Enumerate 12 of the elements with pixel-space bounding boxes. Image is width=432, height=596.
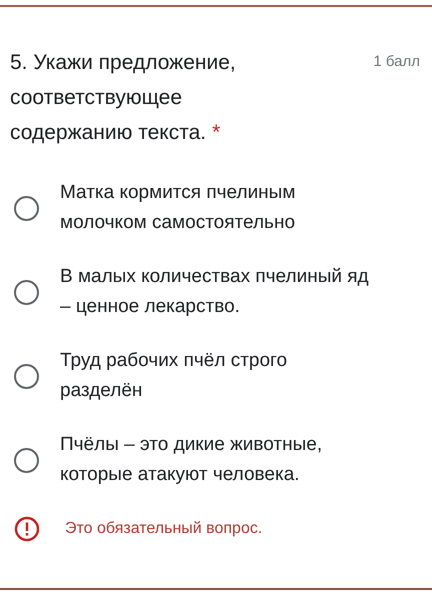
radio-button[interactable] [14,280,39,304]
option-label: Матка кормится пчелиным молочком самостоятельно [60,181,296,235]
option-label: В малых количествах пчелиный яд – ценное лекарство. [60,265,370,319]
question-title: 5. Укажи предложение, соответствующее содержанию текста. * [10,50,237,146]
radio-button[interactable] [14,196,39,220]
error-message: Это обязательный вопрос. [65,520,262,538]
option-label: Труд рабочих пчёл строго разделён [60,349,288,403]
radio-button[interactable] [14,448,39,472]
points-label: 1 балл [373,53,420,70]
radio-button[interactable] [14,364,39,388]
option-label: Пчёлы – это дикие животные, которые атакуют человека. [60,433,324,487]
error-icon [14,516,40,542]
